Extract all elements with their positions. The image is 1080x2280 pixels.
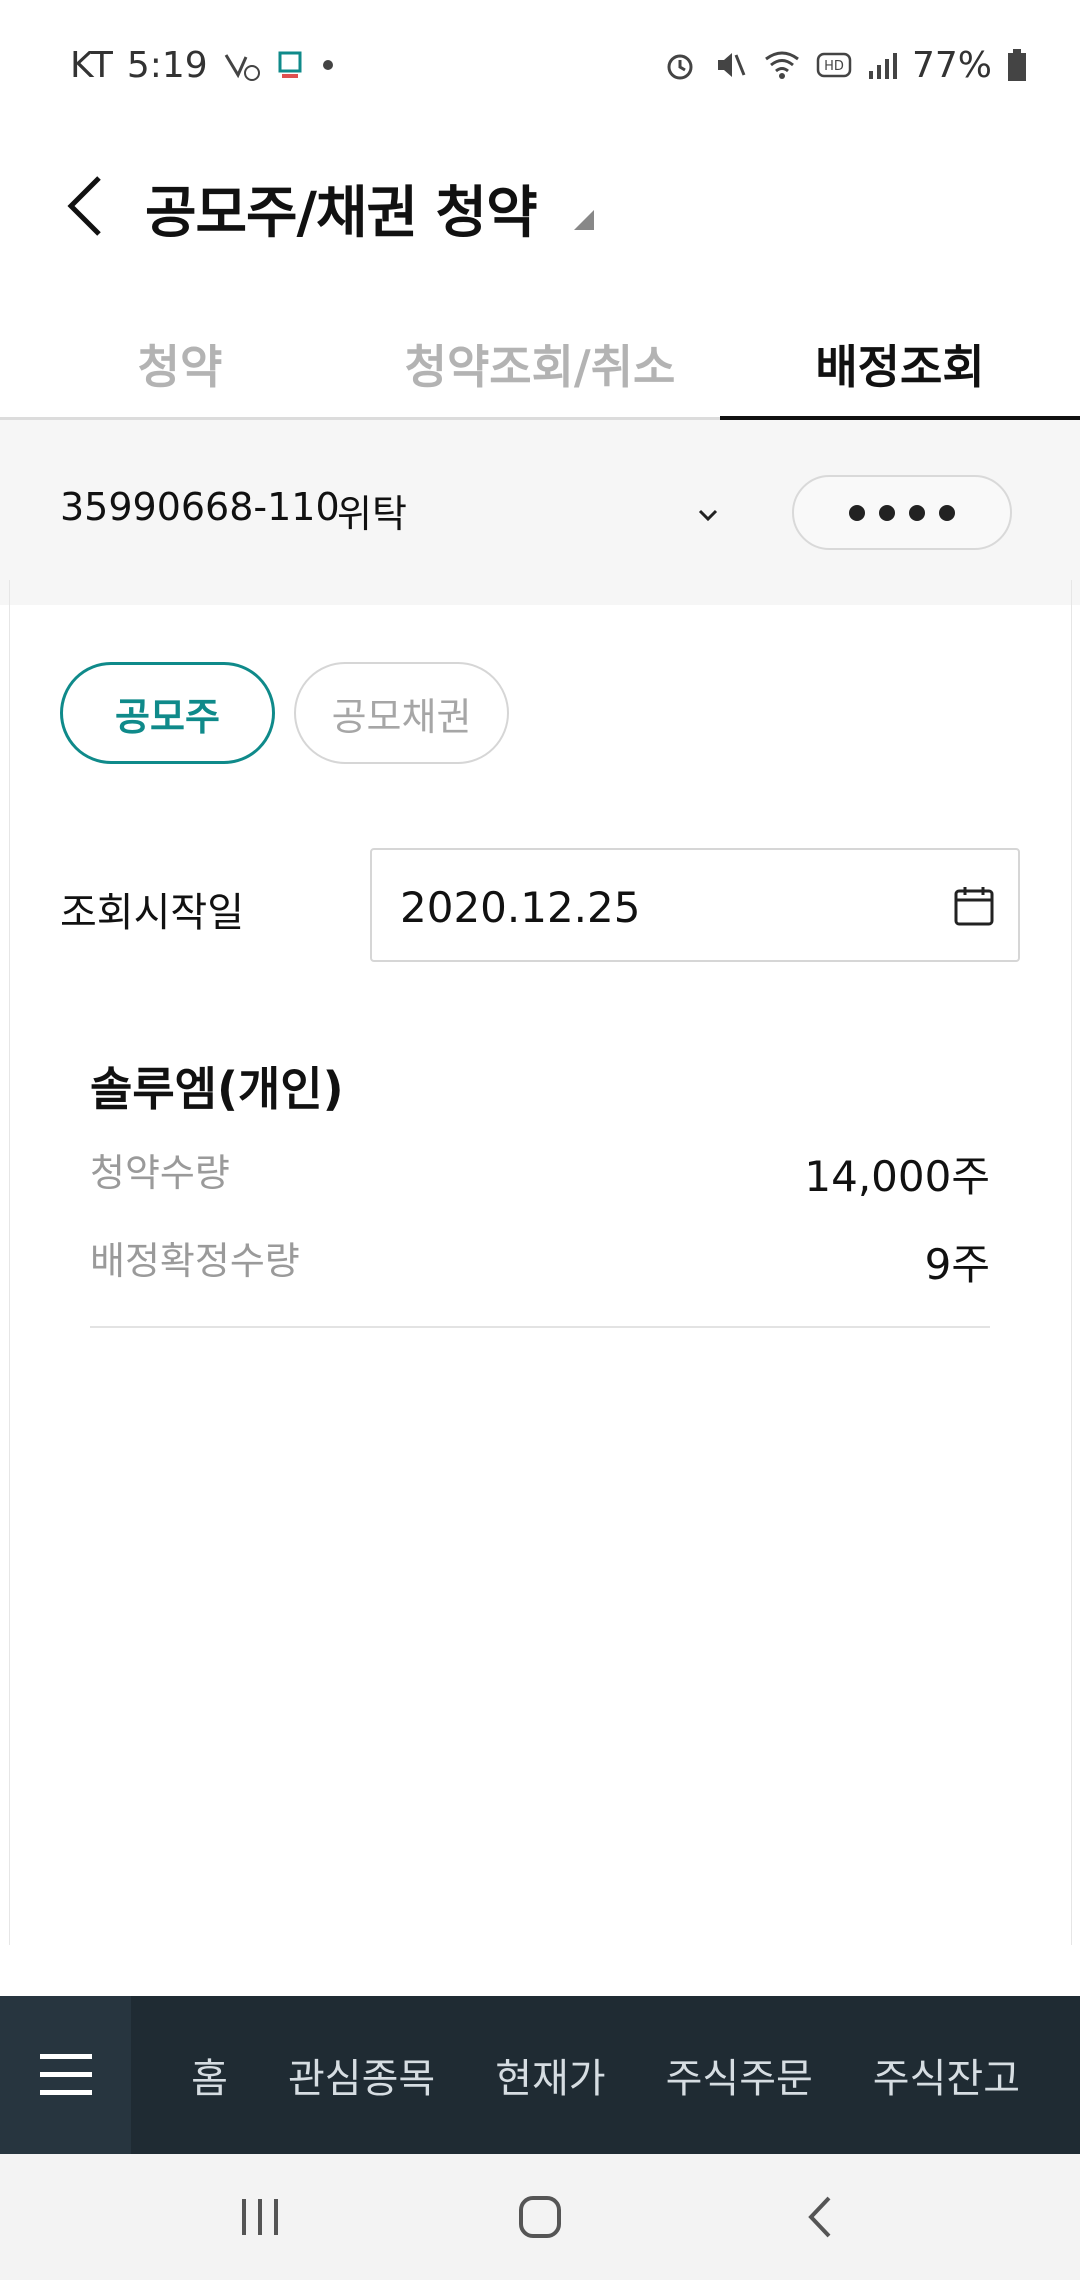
bottom-nav-items: 홈 관심종목 현재가 주식주문 주식잔고 — [131, 1996, 1080, 2154]
back-arrow-icon — [67, 176, 101, 236]
recent-apps-button[interactable] — [220, 2177, 300, 2257]
ipo-filter-button[interactable]: 공모주 — [60, 662, 275, 764]
bond-filter-button[interactable]: 공모채권 — [294, 662, 509, 764]
account-type[interactable]: 위탁 — [337, 483, 407, 538]
clock: 5:19 — [126, 44, 208, 86]
system-back-button[interactable] — [780, 2177, 860, 2257]
hd-icon: HD — [816, 50, 852, 80]
tab-subscription[interactable]: 청약 — [0, 310, 360, 417]
nav-item-stock-order[interactable]: 주식주문 — [666, 2046, 813, 2104]
app-notification-icon — [276, 49, 304, 81]
password-field[interactable] — [792, 475, 1012, 550]
chevron-down-icon[interactable] — [690, 500, 726, 530]
title-dropdown-icon[interactable] — [574, 210, 594, 230]
missed-call-icon — [222, 47, 262, 83]
mute-icon — [712, 47, 748, 83]
allocated-qty-value: 9주 — [924, 1240, 990, 1289]
password-dot — [939, 504, 955, 521]
back-button[interactable] — [55, 166, 115, 246]
password-dot — [849, 504, 865, 521]
recent-apps-icon — [242, 2199, 278, 2235]
start-date-value: 2020.12.25 — [400, 883, 641, 932]
subscription-qty-label: 청약수량 — [90, 1151, 230, 1195]
nav-item-current-price[interactable]: 현재가 — [495, 2046, 605, 2104]
password-dot — [909, 504, 925, 521]
screen: KT 5:19 HD 77% 공모주/채권 청약 청약 청약조회/취소 배정조회… — [0, 0, 1080, 2280]
status-bar: KT 5:19 HD 77% — [0, 0, 1080, 130]
subscription-qty-value: 14,000주 — [804, 1152, 990, 1201]
tab-subscription-inquiry-cancel[interactable]: 청약조회/취소 — [360, 310, 720, 417]
calendar-icon[interactable] — [952, 884, 996, 928]
tab-allocation-inquiry[interactable]: 배정조회 — [720, 310, 1080, 420]
nav-item-home[interactable]: 홈 — [191, 2046, 228, 2104]
wifi-icon — [762, 47, 802, 83]
back-icon — [808, 2196, 831, 2238]
start-date-input[interactable]: 2020.12.25 — [370, 848, 1020, 962]
result-item-name: 솔루엠(개인) — [90, 1062, 344, 1116]
dot-icon — [318, 55, 338, 75]
account-selector-area: 35990668-110 위탁 — [0, 420, 1080, 605]
svg-text:HD: HD — [824, 59, 844, 74]
result-divider — [90, 1326, 990, 1328]
home-button[interactable] — [500, 2177, 580, 2257]
start-date-label: 조회시작일 — [60, 890, 244, 936]
signal-icon — [866, 49, 898, 81]
page-title[interactable]: 공모주/채권 청약 — [145, 168, 538, 249]
status-left: KT 5:19 — [70, 45, 338, 86]
bottom-nav: 홈 관심종목 현재가 주식주문 주식잔고 — [0, 1996, 1080, 2154]
system-nav-bar — [0, 2154, 1080, 2280]
home-icon — [519, 2196, 561, 2238]
password-dot — [879, 504, 895, 521]
nav-item-stock-balance[interactable]: 주식잔고 — [873, 2046, 1020, 2104]
title-bar: 공모주/채권 청약 — [0, 130, 1080, 275]
alarm-icon — [662, 47, 698, 83]
battery-icon — [1006, 48, 1028, 82]
hamburger-icon — [39, 2054, 92, 2095]
allocated-qty-label: 배정확정수량 — [90, 1239, 300, 1283]
panel-border-right — [1071, 580, 1072, 1945]
tab-bar: 청약 청약조회/취소 배정조회 — [0, 310, 1080, 420]
nav-item-watchlist[interactable]: 관심종목 — [288, 2046, 435, 2104]
status-right: HD 77% — [662, 45, 1028, 86]
carrier-label: KT — [70, 44, 113, 86]
menu-button[interactable] — [0, 1996, 132, 2154]
battery-percent: 77% — [911, 44, 992, 86]
account-number[interactable]: 35990668-110 — [60, 485, 340, 529]
